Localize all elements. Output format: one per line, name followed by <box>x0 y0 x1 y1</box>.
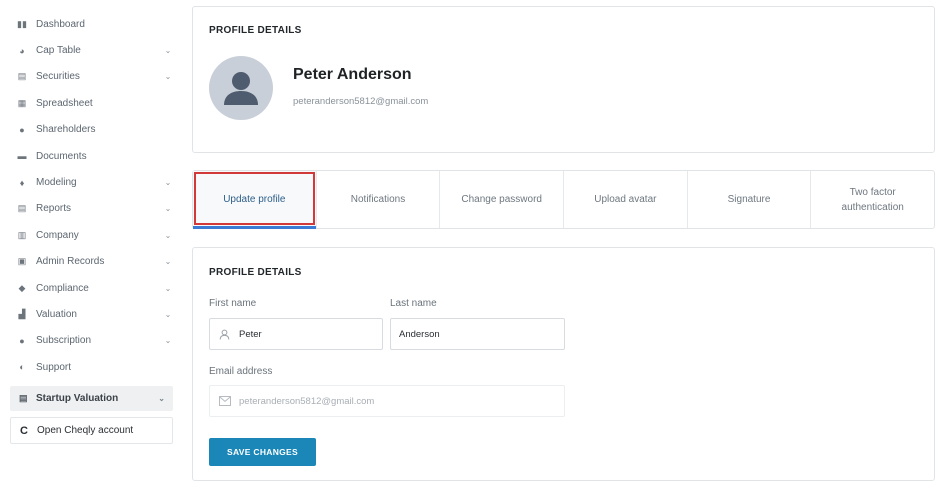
chevron-down-icon: ⌄ <box>164 178 172 188</box>
document-icon: ▤ <box>19 393 28 403</box>
form-title: PROFILE DETAILS <box>209 267 302 278</box>
user-name: Peter Anderson <box>293 66 412 83</box>
user-silhouette-icon <box>224 72 258 105</box>
sidebar-item-label: Reports <box>36 203 72 215</box>
cheqly-logo-icon: C <box>20 424 28 437</box>
sidebar-item-securities[interactable]: ▤ Securities ⌄ <box>10 64 175 90</box>
support-icon: ◐ <box>19 362 25 373</box>
tab-label: Signature <box>727 194 771 205</box>
chevron-down-icon: ⌄ <box>164 257 172 267</box>
sidebar-item-label: Dashboard <box>36 18 85 30</box>
sidebar-item-label: Admin Records <box>36 256 105 268</box>
save-changes-button[interactable]: SAVE CHANGES <box>209 438 316 466</box>
profile-card-title: PROFILE DETAILS <box>209 25 302 36</box>
sidebar-item-label: Documents <box>36 150 87 162</box>
first-name-value: Peter <box>239 328 262 340</box>
sidebar-item-label: Modeling <box>36 177 77 189</box>
first-name-label: First name <box>209 298 257 309</box>
chevron-down-icon: ⌄ <box>164 46 172 56</box>
sidebar-item-compliance[interactable]: ◆ Compliance ⌄ <box>10 275 175 301</box>
tab-two-factor-authentication[interactable]: Two factor authentication <box>811 171 934 228</box>
sidebar-item-label: Subscription <box>36 335 92 347</box>
sidebar-item-documents[interactable]: ▬ Documents <box>10 143 175 169</box>
records-icon: ▣ <box>17 256 27 267</box>
chevron-down-icon: ⌄ <box>158 394 165 403</box>
pie-chart-icon: ◕ <box>19 45 25 56</box>
last-name-label: Last name <box>390 298 437 309</box>
bulb-icon: ♦ <box>19 177 25 188</box>
bar-chart-icon: ▟ <box>18 308 26 319</box>
sidebar-item-label: Securities <box>36 71 80 83</box>
sidebar-item-label: Cap Table <box>36 45 81 57</box>
open-cheqly-account-label: Open Cheqly account <box>37 425 134 436</box>
tab-change-password[interactable]: Change password <box>440 171 565 228</box>
avatar <box>209 56 273 120</box>
sidebar-item-valuation[interactable]: ▟ Valuation ⌄ <box>10 301 175 327</box>
sidebar: ▮▮ Dashboard ◕ Cap Table ⌄ ▤ Securities … <box>0 0 182 483</box>
clipboard-icon: ▤ <box>17 71 27 82</box>
tab-label: Two factor authentication <box>841 186 904 213</box>
startup-valuation-label: Startup Valuation <box>36 393 119 404</box>
shield-icon: ◆ <box>18 282 26 293</box>
tab-signature[interactable]: Signature <box>688 171 812 228</box>
email-value: peteranderson5812@gmail.com <box>239 395 375 407</box>
sidebar-item-label: Support <box>36 361 72 373</box>
sidebar-item-label: Shareholders <box>36 124 96 136</box>
sidebar-item-modeling[interactable]: ♦ Modeling ⌄ <box>10 169 175 195</box>
tab-label: Upload avatar <box>594 194 657 205</box>
dashboard-icon: ▮▮ <box>17 18 27 29</box>
sidebar-item-company[interactable]: ▥ Company ⌄ <box>10 222 175 248</box>
user-email: peteranderson5812@gmail.com <box>293 96 429 107</box>
email-label: Email address <box>209 366 273 377</box>
sidebar-item-admin-records[interactable]: ▣ Admin Records ⌄ <box>10 249 175 275</box>
sidebar-item-shareholders[interactable]: ● Shareholders <box>10 117 175 143</box>
dollar-icon: ● <box>19 335 25 346</box>
sidebar-item-reports[interactable]: ▤ Reports ⌄ <box>10 196 175 222</box>
folder-icon: ▬ <box>17 151 27 162</box>
tab-label: Change password <box>461 194 542 205</box>
startup-valuation-button[interactable]: ▤ Startup Valuation ⌄ <box>10 386 173 411</box>
sidebar-item-spreadsheet[interactable]: ▦ Spreadsheet <box>10 90 175 116</box>
chevron-down-icon: ⌄ <box>164 283 172 293</box>
sidebar-item-dashboard[interactable]: ▮▮ Dashboard <box>10 11 175 37</box>
tab-label: Notifications <box>350 194 406 205</box>
sidebar-nav: ▮▮ Dashboard ◕ Cap Table ⌄ ▤ Securities … <box>10 11 175 380</box>
grid-icon: ▦ <box>17 97 27 108</box>
last-name-value: Anderson <box>399 328 440 340</box>
tab-upload-avatar[interactable]: Upload avatar <box>564 171 688 228</box>
chevron-down-icon: ⌄ <box>164 72 172 82</box>
report-icon: ▤ <box>17 203 27 214</box>
profile-form-card: PROFILE DETAILS First name Peter Last na… <box>192 247 935 481</box>
tab-update-profile[interactable]: Update profile <box>193 171 317 229</box>
sidebar-item-label: Company <box>36 229 79 241</box>
person-icon: ● <box>19 124 25 135</box>
building-icon: ▥ <box>17 229 27 240</box>
sidebar-item-subscription[interactable]: ● Subscription ⌄ <box>10 328 175 354</box>
tab-notifications[interactable]: Notifications <box>317 171 441 228</box>
sidebar-item-cap-table[interactable]: ◕ Cap Table ⌄ <box>10 37 175 63</box>
chevron-down-icon: ⌄ <box>164 336 172 346</box>
open-cheqly-account-button[interactable]: C Open Cheqly account <box>10 417 173 444</box>
chevron-down-icon: ⌄ <box>164 230 172 240</box>
profile-card: PROFILE DETAILS Peter Anderson peterande… <box>192 6 935 153</box>
sidebar-item-label: Compliance <box>36 282 89 294</box>
sidebar-item-label: Valuation <box>36 308 77 320</box>
sidebar-item-support[interactable]: ◐ Support <box>10 354 175 380</box>
sidebar-item-label: Spreadsheet <box>36 97 93 109</box>
first-name-field[interactable]: Peter <box>209 318 383 350</box>
chevron-down-icon: ⌄ <box>164 204 172 214</box>
highlight-box <box>194 172 315 225</box>
envelope-icon <box>219 396 231 406</box>
email-field[interactable]: peteranderson5812@gmail.com <box>209 385 565 417</box>
profile-tabs: Update profile Notifications Change pass… <box>192 170 935 229</box>
chevron-down-icon: ⌄ <box>164 309 172 319</box>
user-icon <box>219 329 231 340</box>
last-name-field[interactable]: Anderson <box>390 318 565 350</box>
